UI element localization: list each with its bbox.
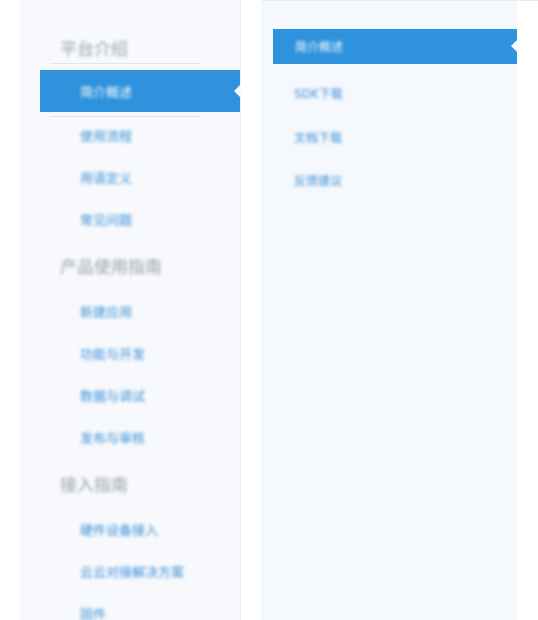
docs-page: 平台介绍 简介概述 使用流程 用语定义 常见问题 产品使用指南 新建应用 功能与…: [0, 0, 538, 620]
sidebar-item-features-dev[interactable]: 功能与开发: [80, 344, 145, 363]
subnav-item-doc-download[interactable]: 文档下载: [294, 129, 342, 146]
section-title-platform-intro: 平台介绍: [60, 40, 128, 60]
section-title-product-guide: 产品使用指南: [60, 258, 162, 278]
active-indicator-notch: [511, 39, 518, 53]
sidebar-item-firmware[interactable]: 固件: [80, 604, 106, 620]
active-indicator-notch: [234, 84, 241, 98]
sidebar-item-label: 简介概述: [80, 86, 133, 101]
sidebar-item-terms[interactable]: 用语定义: [80, 168, 132, 187]
subnav-item-label: 简介概述: [295, 40, 344, 54]
subnav-item-sdk-download[interactable]: SDK下载: [294, 85, 343, 102]
sidebar-item-usage-flow[interactable]: 使用流程: [80, 126, 132, 145]
subnav-item-feedback[interactable]: 反馈建议: [294, 172, 342, 189]
sidebar-item-data-debug[interactable]: 数据与调试: [80, 386, 145, 405]
sidebar-item-new-app[interactable]: 新建应用: [80, 302, 132, 321]
sidebar-item-hardware[interactable]: 硬件设备接入: [80, 520, 158, 539]
content-edge: [518, 0, 538, 620]
subnav-panel: 简介概述 SDK下载 文档下载 反馈建议: [261, 0, 518, 620]
left-sidebar: 平台介绍 简介概述 使用流程 用语定义 常见问题 产品使用指南 新建应用 功能与…: [20, 0, 241, 620]
panel-top-border: [518, 0, 538, 1]
section-divider: [50, 116, 200, 117]
sidebar-item-overview[interactable]: 简介概述: [40, 70, 241, 112]
panel-top-border: [261, 0, 517, 1]
subnav-item-overview[interactable]: 简介概述: [273, 29, 518, 64]
section-divider: [50, 63, 200, 64]
sidebar-item-publish-review[interactable]: 发布与审核: [80, 428, 145, 447]
sidebar-item-cloud-solution[interactable]: 云云对接解决方案: [80, 562, 184, 581]
sidebar-item-faq[interactable]: 常见问题: [80, 210, 132, 229]
section-title-integration-guide: 接入指南: [60, 476, 128, 496]
